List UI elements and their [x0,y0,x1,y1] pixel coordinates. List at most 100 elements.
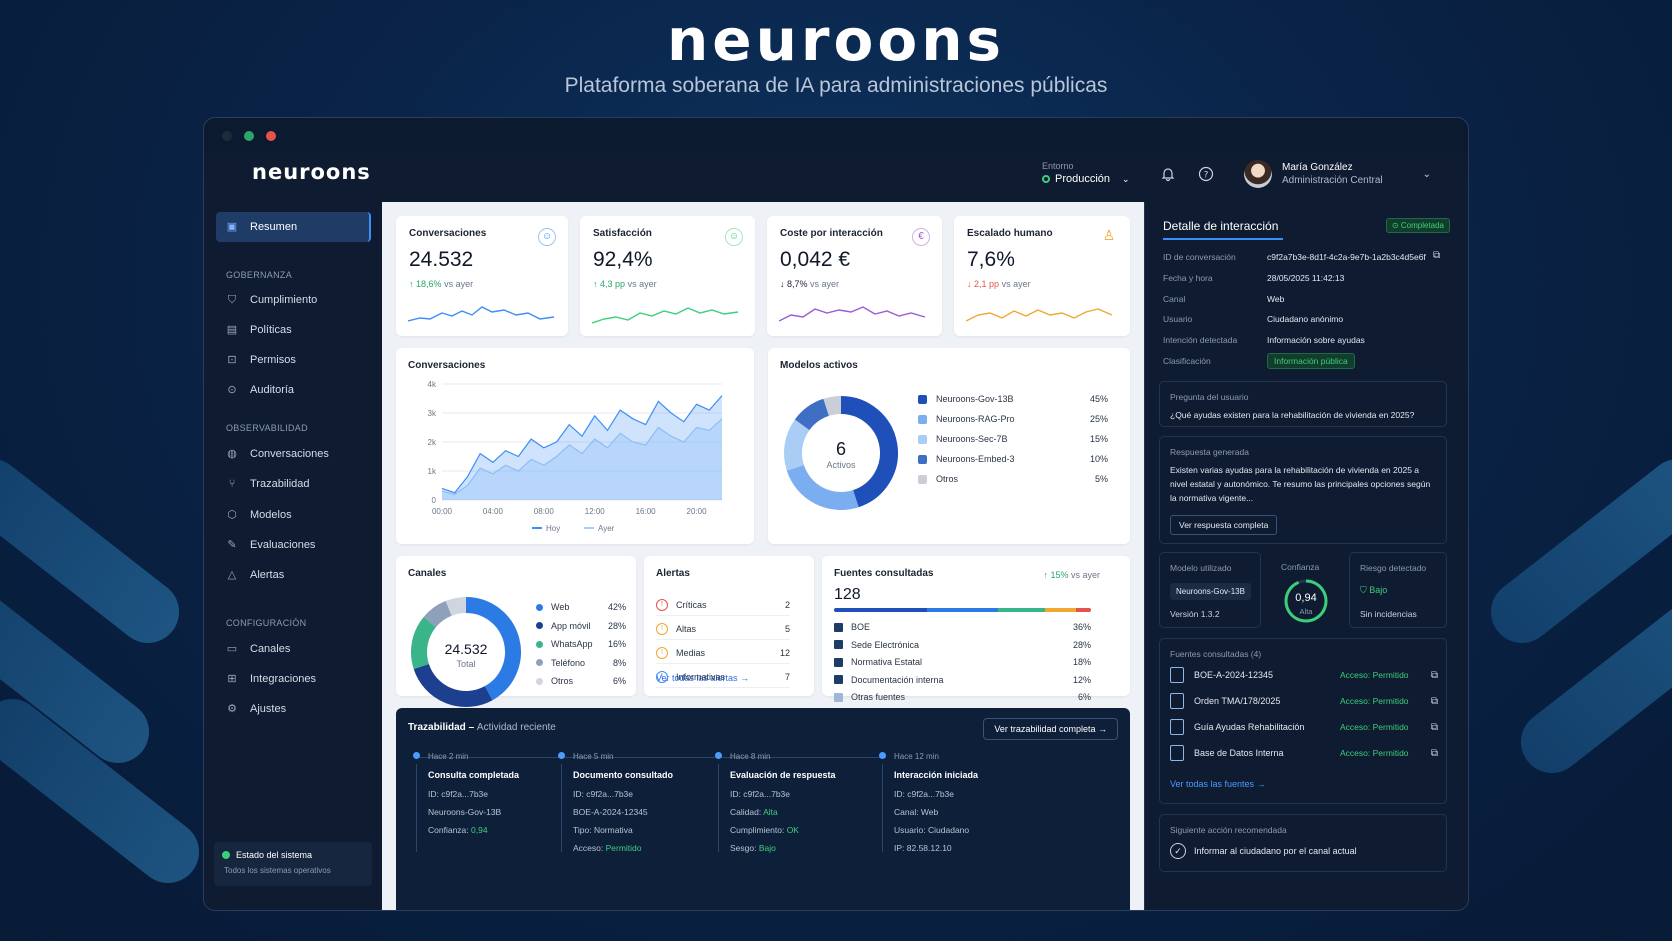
sidebar-item-cumplimiento[interactable]: ⛉ Cumplimiento [216,285,371,315]
alert-row[interactable]: ! Medias 12 [656,642,790,664]
arrow-right-icon: → [1098,724,1107,734]
legend-value: 10% [1089,454,1108,464]
bar-segment [926,608,999,612]
x-tick-label: 16:00 [636,507,657,516]
kpi-delta-suffix: vs ayer [810,279,840,289]
view-full-trace-button[interactable]: Ver trazabilidad completa → [983,718,1118,740]
window-close-icon[interactable] [266,131,276,141]
source-name: Base de Datos Interna [1194,748,1284,758]
event-title: Evaluación de respuesta [730,770,836,780]
detail-field-key: ID de conversación [1163,252,1236,262]
sidebar-item-integraciones[interactable]: ⊞ Integraciones [216,664,371,694]
alert-count: 2 [784,599,790,610]
sources-stacked-bar [834,608,1091,612]
channels-legend: Web 42% App móvil 28% WhatsApp 16% Teléfono 8% O… [536,602,626,698]
legend-value: 6% [612,676,626,686]
alert-row[interactable]: ! Altas 5 [656,618,790,640]
brand-tagline: Plataforma soberana de IA para administr… [564,74,1108,97]
source-row: BOE 36% [834,622,1091,632]
sidebar-item-auditoria[interactable]: ⊙ Auditoría [216,375,371,405]
sidebar-item-ajustes[interactable]: ⚙ Ajustes [216,694,371,724]
view-full-answer-button[interactable]: Ver respuesta completa [1170,515,1278,535]
kpi-sparkline [779,306,926,322]
source-document[interactable]: Orden TMA/178/2025 Acceso: Permitido ⧉ [1170,691,1438,711]
source-pct: 36% [1072,622,1091,632]
timeline-dot [879,752,886,759]
detail-field-key: Clasificación [1163,356,1211,366]
answer-text: Existen varias ayudas para la rehabilita… [1170,465,1431,503]
external-link-icon[interactable]: ⧉ [1431,670,1438,681]
next-action[interactable]: ✓ Informar al ciudadano por el canal act… [1170,843,1357,859]
source-label: Otras fuentes [851,692,906,702]
access-value: Permitido [1372,696,1409,706]
source-document[interactable]: BOE-A-2024-12345 Acceso: Permitido ⧉ [1170,665,1438,685]
timeline-dot [413,752,420,759]
check-circle-icon: ✓ [1170,843,1186,859]
channels-donut-chart[interactable]: 24.532 Total [406,592,526,712]
sidebar-item-canales[interactable]: ▭ Canales [216,634,371,664]
risk-value: Bajo [1369,585,1388,595]
event-detail-key: Cumplimiento: [730,825,787,835]
risk-note: Sin incidencias [1360,609,1417,619]
legend-item: Neuroons-Sec-7B 15% [918,434,1108,444]
source-pct: 18% [1072,657,1091,667]
legend-label: Web [551,602,570,612]
source-name: Orden TMA/178/2025 [1194,696,1281,706]
legend-dot [536,603,543,611]
sidebar-item-label: Conversaciones [250,448,329,460]
sidebar-item-evaluaciones[interactable]: ✎ Evaluaciones [216,530,371,560]
y-tick-label: 3k [428,409,437,418]
bar-segment [998,608,1045,612]
sources-delta: ↑ 15% vs ayer [1043,570,1100,580]
donut-center-label: Activos [826,460,856,470]
kpi-card-conversaciones[interactable]: Conversaciones ☺ 24.532 ↑ 18,6% vs ayer [396,216,568,336]
environment-label: Entorno [1042,161,1074,171]
bell-icon[interactable] [1158,166,1178,186]
window-dot-icon[interactable] [222,131,232,141]
channels-icon: ▭ [226,643,238,655]
donut-center-label: Total [456,659,475,669]
external-link-icon[interactable]: ⧉ [1431,722,1438,733]
view-all-sources-link[interactable]: Ver todas las fuentes → [1170,779,1266,789]
event-title: Interacción iniciada [894,770,979,780]
window-maximize-icon[interactable] [244,131,254,141]
models-donut-chart[interactable]: 6Activos [776,388,906,518]
app-logo[interactable]: neuroons [252,160,371,184]
sidebar-item-permisos[interactable]: ⊡ Permisos [216,345,371,375]
sidebar-item-alertas[interactable]: △ Alertas [216,560,371,590]
detail-field-key: Intención detectada [1163,335,1238,346]
event-time: Hace 12 min [894,752,939,761]
alerts-title: Alertas [656,568,690,579]
detail-field-key: Usuario [1163,314,1193,325]
sidebar-item-modelos[interactable]: ⬡ Modelos [216,500,371,530]
copy-icon[interactable]: ⧉ [1433,250,1440,261]
kpi-card-escalado[interactable]: Escalado humano ♙ 7,6% ↓ 2,1 pp vs ayer [954,216,1130,336]
environment-selector[interactable]: Entorno Producción ⌄ [1042,161,1130,185]
sidebar-item-conversaciones[interactable]: ◍ Conversaciones [216,439,371,469]
kpi-card-coste[interactable]: Coste por interacción € 0,042 € ↓ 8,7% v… [767,216,942,336]
alert-row[interactable]: ! Informativas 7 [656,666,790,688]
source-document[interactable]: Base de Datos Interna Acceso: Permitido ⧉ [1170,743,1438,763]
timeline-dot [558,752,565,759]
user-menu[interactable]: María González Administración Central ⌄ [1244,160,1431,188]
system-status[interactable]: Estado del sistema Todos los sistemas op… [214,842,372,886]
sidebar-item-resumen[interactable]: ▣ Resumen [216,212,371,242]
legend-value: 28% [607,620,626,631]
answer-label: Respuesta generada [1170,447,1249,457]
conversations-area-chart[interactable]: 0 1k 2k 3k 4k 00:00 04:00 08:00 12:00 16:00 20:00 H… [402,372,742,542]
legend-item: Neuroons-Gov-13B 45% [918,394,1108,404]
legend-value: 15% [1089,434,1108,444]
source-document[interactable]: Guía Ayudas Rehabilitación Acceso: Permit… [1170,717,1438,737]
external-link-icon[interactable]: ⧉ [1431,748,1438,759]
help-icon[interactable]: ? [1196,166,1216,186]
alert-row[interactable]: ! Críticas 2 [656,594,790,616]
sidebar-item-label: Modelos [250,509,292,521]
kpi-card-satisfaccion[interactable]: Satisfacción ☺ 92,4% ↑ 4,3 pp vs ayer [580,216,755,336]
access-label: Acceso: [1340,722,1371,732]
event-detail: Tipo: Normativa [573,825,633,835]
kpi-value: 0,042 € [780,248,851,271]
external-link-icon[interactable]: ⧉ [1431,696,1438,707]
sidebar-item-trazabilidad[interactable]: ⑂ Trazabilidad [216,469,371,499]
sidebar-item-politicas[interactable]: ▤ Políticas [216,315,371,345]
access-value: Permitido [1372,748,1409,758]
